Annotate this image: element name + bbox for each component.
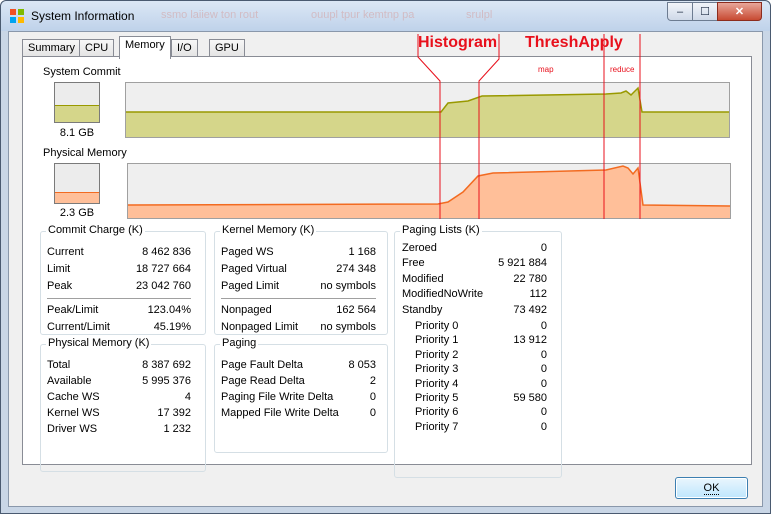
annotation-line-histogram-right (478, 34, 500, 219)
annotation-line-histogram-left (417, 34, 441, 219)
annotation-lines (417, 34, 641, 219)
annotation-histogram: Histogram (418, 34, 498, 51)
annotation-threshapply: ThreshApply (525, 34, 623, 51)
system-information-window: System Information ssmo laiiew ton rout … (0, 0, 771, 514)
annotation-map: map (538, 65, 554, 74)
annotation-reduce: reduce (610, 65, 635, 74)
